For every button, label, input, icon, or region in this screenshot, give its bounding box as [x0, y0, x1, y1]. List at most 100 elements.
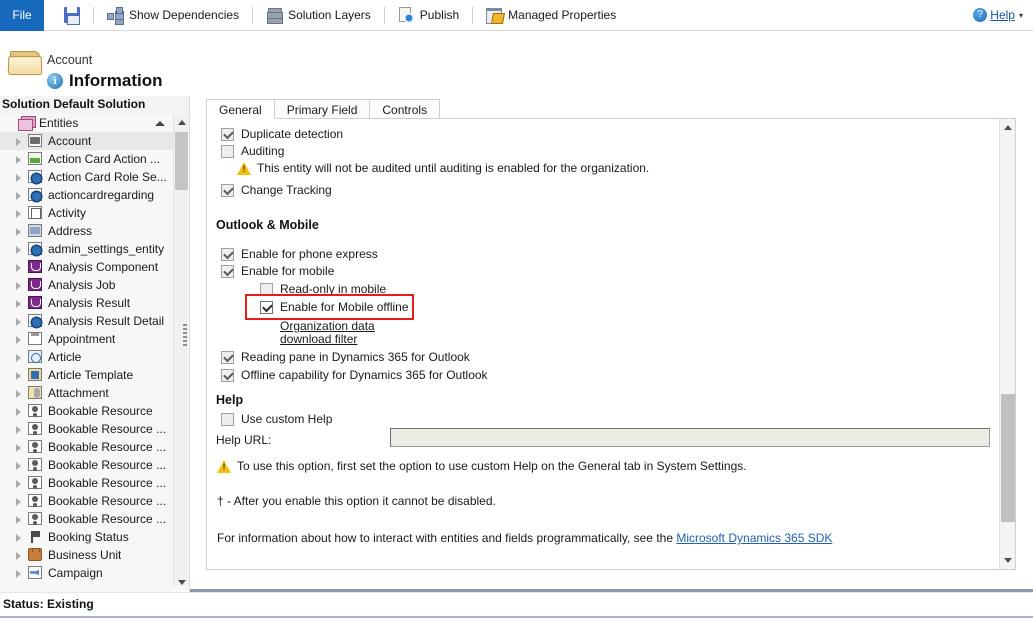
expand-arrow-icon[interactable] — [16, 534, 21, 542]
readonly-mobile-checkbox[interactable] — [260, 283, 273, 296]
sidebar-item-analysis-component[interactable]: Analysis Component — [0, 258, 174, 276]
sidebar-item-bookable-resource-2[interactable]: Bookable Resource ... — [0, 420, 174, 438]
sidebar-item-appointment[interactable]: Appointment — [0, 330, 174, 348]
expand-arrow-icon[interactable] — [16, 552, 21, 560]
scroll-up-button[interactable] — [174, 114, 189, 129]
solution-layers-button[interactable]: Solution Layers — [260, 0, 377, 31]
sidebar-item-bookable-resource-4[interactable]: Bookable Resource ... — [0, 456, 174, 474]
expand-arrow-icon[interactable] — [16, 408, 21, 416]
entity-person-icon — [28, 422, 43, 436]
duplicate-detection-checkbox[interactable] — [221, 128, 234, 141]
expand-arrow-icon[interactable] — [16, 354, 21, 362]
enable-mobile-offline-row[interactable]: Enable for Mobile offline — [260, 300, 409, 314]
save-button[interactable] — [58, 0, 86, 31]
sidebar-item-business-unit[interactable]: Business Unit — [0, 546, 174, 564]
enable-mobile-row[interactable]: Enable for mobile — [221, 264, 334, 278]
sdk-link[interactable]: Microsoft Dynamics 365 SDK — [676, 531, 832, 545]
sidebar-item-bookable-resource[interactable]: Bookable Resource — [0, 402, 174, 420]
sidebar-item-address[interactable]: Address — [0, 222, 174, 240]
auditing-checkbox[interactable] — [221, 145, 234, 158]
enable-mobile-offline-checkbox[interactable] — [260, 301, 273, 314]
help-url-input[interactable] — [390, 428, 990, 447]
information-icon — [47, 73, 63, 89]
sidebar-item-analysis-job[interactable]: Analysis Job — [0, 276, 174, 294]
expand-arrow-icon[interactable] — [16, 264, 21, 272]
sidebar-item-campaign[interactable]: Campaign — [0, 564, 174, 582]
sidebar-item-bookable-resource-5[interactable]: Bookable Resource ... — [0, 474, 174, 492]
entity-list: Account Action Card Action ... Action Ca… — [0, 132, 174, 582]
expand-arrow-icon[interactable] — [16, 246, 21, 254]
expand-arrow-icon[interactable] — [16, 444, 21, 452]
sidebar-item-bookable-resource-3[interactable]: Bookable Resource ... — [0, 438, 174, 456]
download-filter-link-text[interactable]: download filter — [280, 332, 357, 346]
org-data-filter-link-line1[interactable]: Organization data — [280, 319, 375, 333]
entity-attachment-icon — [28, 386, 43, 400]
sidebar-item-bookable-resource-7[interactable]: Bookable Resource ... — [0, 510, 174, 528]
expand-arrow-icon[interactable] — [16, 282, 21, 290]
sidebar-scrollbar[interactable] — [173, 114, 188, 590]
expand-arrow-icon[interactable] — [16, 570, 21, 578]
expand-arrow-icon[interactable] — [16, 498, 21, 506]
sidebar-item-admin-settings-entity[interactable]: admin_settings_entity — [0, 240, 174, 258]
expand-arrow-icon[interactable] — [16, 516, 21, 524]
file-menu-button[interactable]: File — [0, 0, 44, 31]
sidebar-item-analysis-result[interactable]: Analysis Result — [0, 294, 174, 312]
sidebar-item-analysis-result-detail[interactable]: Analysis Result Detail — [0, 312, 174, 330]
tab-controls[interactable]: Controls — [369, 99, 440, 119]
enable-phone-express-checkbox[interactable] — [221, 248, 234, 261]
sidebar-item-actioncardregarding[interactable]: actioncardregarding — [0, 186, 174, 204]
content-scroll-up-button[interactable] — [1000, 119, 1016, 135]
managed-properties-button[interactable]: Managed Properties — [480, 0, 622, 31]
sidebar-item-booking-status[interactable]: Booking Status — [0, 528, 174, 546]
tab-general[interactable]: General — [206, 99, 275, 119]
auditing-row[interactable]: Auditing — [221, 144, 284, 158]
collapse-tree-button[interactable] — [153, 116, 167, 130]
tab-primary-field[interactable]: Primary Field — [274, 99, 371, 119]
enable-phone-express-row[interactable]: Enable for phone express — [221, 247, 378, 261]
expand-arrow-icon[interactable] — [16, 336, 21, 344]
expand-arrow-icon[interactable] — [16, 210, 21, 218]
help-menu-button[interactable]: ? Help ▾ — [973, 8, 1023, 22]
sidebar-item-bookable-resource-6[interactable]: Bookable Resource ... — [0, 492, 174, 510]
enable-mobile-checkbox[interactable] — [221, 265, 234, 278]
sidebar-item-article-template[interactable]: Article Template — [0, 366, 174, 384]
expand-arrow-icon[interactable] — [16, 372, 21, 380]
show-dependencies-button[interactable]: Show Dependencies — [101, 0, 245, 31]
expand-arrow-icon[interactable] — [16, 480, 21, 488]
sidebar-item-account[interactable]: Account — [0, 132, 174, 150]
reading-pane-checkbox[interactable] — [221, 351, 234, 364]
content-scrollbar[interactable] — [999, 119, 1015, 569]
content-scroll-down-button[interactable] — [1000, 553, 1016, 569]
sidebar-item-attachment[interactable]: Attachment — [0, 384, 174, 402]
expand-arrow-icon[interactable] — [16, 462, 21, 470]
change-tracking-row[interactable]: Change Tracking — [221, 183, 332, 197]
sidebar-item-article[interactable]: Article — [0, 348, 174, 366]
org-data-link-text[interactable]: Organization data — [280, 319, 375, 333]
scrollbar-thumb[interactable] — [175, 132, 188, 190]
org-data-filter-link-line2[interactable]: download filter — [280, 332, 357, 346]
expand-arrow-icon[interactable] — [16, 318, 21, 326]
sidebar-item-action-card-action[interactable]: Action Card Action ... — [0, 150, 174, 168]
publish-button[interactable]: Publish — [392, 0, 465, 31]
use-custom-help-row[interactable]: Use custom Help — [221, 412, 332, 426]
expand-arrow-icon[interactable] — [16, 192, 21, 200]
offline-capability-row[interactable]: Offline capability for Dynamics 365 for … — [221, 368, 488, 382]
expand-arrow-icon[interactable] — [16, 390, 21, 398]
offline-capability-checkbox[interactable] — [221, 369, 234, 382]
expand-arrow-icon[interactable] — [16, 228, 21, 236]
change-tracking-checkbox[interactable] — [221, 184, 234, 197]
sidebar-item-activity[interactable]: Activity — [0, 204, 174, 222]
duplicate-detection-row[interactable]: Duplicate detection — [221, 127, 343, 141]
entity-person-icon — [28, 440, 43, 454]
expand-arrow-icon[interactable] — [16, 426, 21, 434]
sidebar-item-action-card-role[interactable]: Action Card Role Se... — [0, 168, 174, 186]
expand-arrow-icon[interactable] — [16, 138, 21, 146]
reading-pane-row[interactable]: Reading pane in Dynamics 365 for Outlook — [221, 350, 470, 364]
expand-arrow-icon[interactable] — [16, 156, 21, 164]
splitter-grip[interactable] — [183, 324, 187, 346]
expand-arrow-icon[interactable] — [16, 300, 21, 308]
use-custom-help-checkbox[interactable] — [221, 413, 234, 426]
readonly-mobile-row[interactable]: Read-only in mobile — [260, 282, 386, 296]
content-scrollbar-thumb[interactable] — [1001, 394, 1015, 522]
expand-arrow-icon[interactable] — [16, 174, 21, 182]
